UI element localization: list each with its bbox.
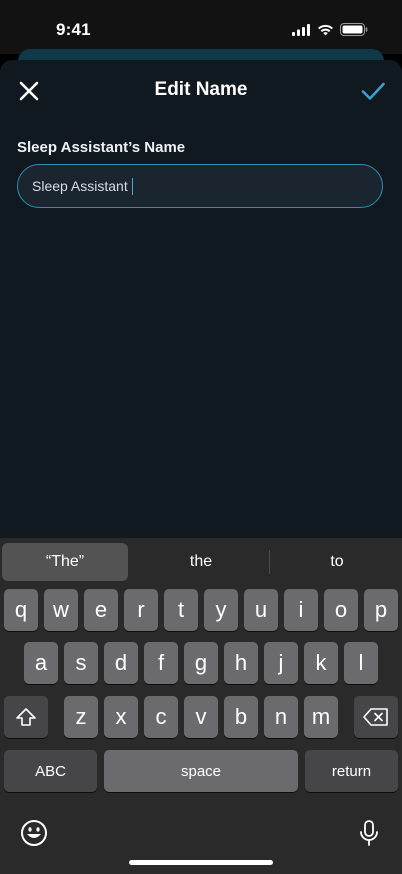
name-input[interactable]: Sleep Assistant	[17, 164, 383, 208]
delete-key[interactable]	[354, 696, 398, 738]
key-b[interactable]: b	[224, 696, 258, 738]
key-f[interactable]: f	[144, 642, 178, 684]
emoji-icon	[21, 820, 47, 846]
key-g[interactable]: g	[184, 642, 218, 684]
key-z[interactable]: z	[64, 696, 98, 738]
suggestion-item[interactable]: “The”	[2, 543, 128, 581]
checkmark-icon	[361, 82, 385, 100]
key-d[interactable]: d	[104, 642, 138, 684]
emoji-button[interactable]	[19, 818, 49, 848]
shift-icon	[16, 708, 36, 726]
key-n[interactable]: n	[264, 696, 298, 738]
key-j[interactable]: j	[264, 642, 298, 684]
status-icons	[292, 23, 368, 36]
key-w[interactable]: w	[44, 589, 78, 631]
key-c[interactable]: c	[144, 696, 178, 738]
key-r[interactable]: r	[124, 589, 158, 631]
key-h[interactable]: h	[224, 642, 258, 684]
home-indicator	[129, 860, 273, 865]
key-i[interactable]: i	[284, 589, 318, 631]
key-s[interactable]: s	[64, 642, 98, 684]
page-title: Edit Name	[154, 79, 248, 100]
key-o[interactable]: o	[324, 589, 358, 631]
suggestion-bar: “The” the to	[0, 538, 402, 582]
keyboard: “The” the to q w e r t y u i o p a s d f…	[0, 538, 402, 874]
backspace-icon	[363, 708, 388, 726]
key-t[interactable]: t	[164, 589, 198, 631]
status-time: 9:41	[56, 20, 91, 39]
key-y[interactable]: y	[204, 589, 238, 631]
key-x[interactable]: x	[104, 696, 138, 738]
shift-key[interactable]	[4, 696, 48, 738]
battery-icon	[340, 23, 368, 36]
confirm-button[interactable]	[360, 78, 386, 104]
key-m[interactable]: m	[304, 696, 338, 738]
space-key[interactable]: space	[104, 750, 298, 792]
return-key[interactable]: return	[305, 750, 398, 792]
key-v[interactable]: v	[184, 696, 218, 738]
text-cursor	[131, 177, 134, 195]
edit-name-sheet: Edit Name Sleep Assistant’s Name Sleep A…	[0, 60, 402, 538]
key-k[interactable]: k	[304, 642, 338, 684]
status-bar: 9:41	[0, 0, 402, 54]
key-e[interactable]: e	[84, 589, 118, 631]
name-input-value: Sleep Assistant	[32, 178, 128, 194]
key-l[interactable]: l	[344, 642, 378, 684]
abc-key[interactable]: ABC	[4, 750, 97, 792]
cellular-signal-icon	[292, 23, 310, 36]
key-p[interactable]: p	[364, 589, 398, 631]
microphone-icon	[360, 820, 378, 846]
key-q[interactable]: q	[4, 589, 38, 631]
key-a[interactable]: a	[24, 642, 58, 684]
name-field-label: Sleep Assistant’s Name	[17, 139, 186, 156]
key-u[interactable]: u	[244, 589, 278, 631]
suggestion-item[interactable]: to	[270, 543, 402, 581]
wifi-icon	[318, 24, 333, 35]
suggestion-item[interactable]: the	[134, 543, 268, 581]
dictation-button[interactable]	[354, 818, 384, 848]
